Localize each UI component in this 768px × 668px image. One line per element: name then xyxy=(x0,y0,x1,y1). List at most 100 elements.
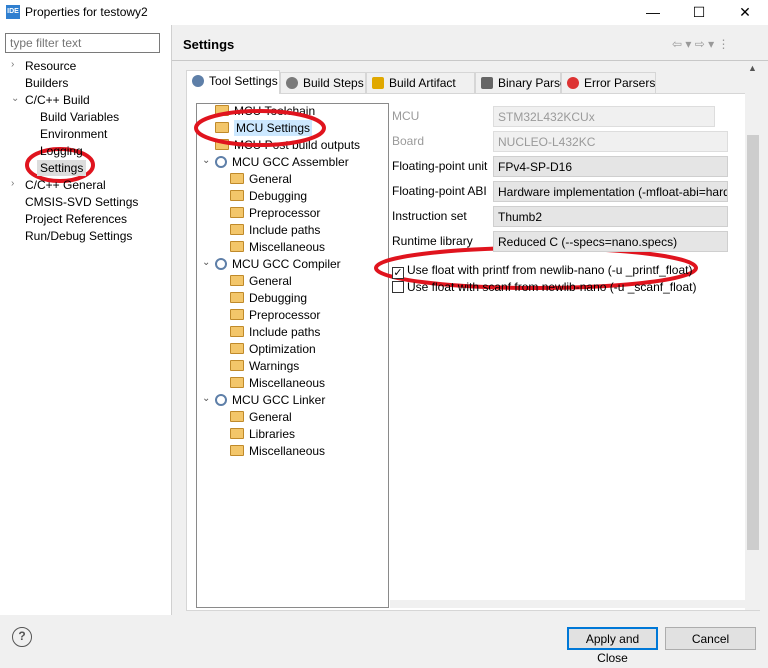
close-button[interactable]: ✕ xyxy=(722,0,768,25)
folder-icon xyxy=(230,190,244,201)
chevron-down-icon[interactable]: ⌄ xyxy=(202,257,210,268)
tab-label: Tool Settings xyxy=(209,74,278,88)
help-icon[interactable]: ? xyxy=(12,627,32,647)
folder-icon xyxy=(230,173,244,184)
tree-item-label: Libraries xyxy=(249,427,296,441)
sidebar-item-environment[interactable]: Environment xyxy=(40,127,107,141)
hammer-icon xyxy=(286,77,298,89)
tree-item[interactable]: General xyxy=(230,410,292,424)
sidebar-item-label: C/C++ General xyxy=(25,178,106,192)
scroll-up-icon[interactable]: ▲ xyxy=(748,63,757,73)
sidebar-item-cmsis-svd-settings[interactable]: CMSIS-SVD Settings xyxy=(25,195,138,209)
tree-item[interactable]: Include paths xyxy=(230,223,320,237)
tree-item[interactable]: MCU Post build outputs xyxy=(215,138,360,152)
trophy-icon xyxy=(372,77,384,89)
tree-item[interactable]: MCU Toolchain xyxy=(215,104,315,118)
tree-item[interactable]: Debugging xyxy=(230,291,307,305)
folder-icon xyxy=(230,343,244,354)
sidebar-item-label: Run/Debug Settings xyxy=(25,229,133,243)
tab-build-steps[interactable]: Build Steps xyxy=(280,72,366,93)
mcu-field: STM32L432KCUx xyxy=(493,106,715,127)
folder-icon xyxy=(230,326,244,337)
field-label: Floating-point unit xyxy=(392,159,488,173)
tab-label: Build Artifact xyxy=(389,76,456,90)
tree-item-label: Debugging xyxy=(249,189,308,203)
checkbox-empty-icon[interactable] xyxy=(392,281,404,293)
tree-item[interactable]: General xyxy=(230,172,292,186)
sidebar-item-run-debug-settings[interactable]: Run/Debug Settings xyxy=(25,229,132,243)
scrollbar-thumb[interactable] xyxy=(747,135,759,550)
tree-item[interactable]: Miscellaneous xyxy=(230,444,325,458)
tree-item[interactable]: MCU Settings xyxy=(215,120,313,136)
floating-point-abi-field[interactable]: Hardware implementation (-mfloat-abi=har… xyxy=(493,181,728,202)
tab-binary-parsers[interactable]: Binary Parsers xyxy=(475,72,577,93)
history-nav[interactable]: ⇦ ▾ ⇨ ▾ ⋮ xyxy=(672,37,730,51)
apply-and-close-button[interactable]: Apply and Close xyxy=(567,627,658,665)
tree-item[interactable]: Miscellaneous xyxy=(230,376,325,390)
floating-point-unit-field[interactable]: FPv4-SP-D16 xyxy=(493,156,728,177)
binary-icon xyxy=(481,77,493,89)
sidebar-item-label: CMSIS-SVD Settings xyxy=(25,195,139,209)
sidebar-item-project-references[interactable]: Project References xyxy=(25,212,127,226)
folder-icon xyxy=(230,207,244,218)
tree-item-label: Debugging xyxy=(249,291,308,305)
sidebar-item-label: Builders xyxy=(25,76,69,90)
minimize-button[interactable]: — xyxy=(630,0,676,25)
tab-tool-settings[interactable]: Tool Settings xyxy=(186,70,280,94)
tree-item-label: Preprocessor xyxy=(249,308,321,322)
maximize-button[interactable]: ☐ xyxy=(676,0,722,25)
folder-icon xyxy=(215,105,229,116)
tree-item-label: Miscellaneous xyxy=(249,444,326,458)
tree-item-label: MCU Settings xyxy=(234,120,313,136)
sidebar-item-label: Resource xyxy=(25,59,77,73)
tab-error-parsers[interactable]: Error Parsers xyxy=(561,72,656,93)
runtime-library-field[interactable]: Reduced C (--specs=nano.specs) xyxy=(493,231,728,252)
gear-icon xyxy=(215,258,227,270)
tree-item[interactable]: Debugging xyxy=(230,189,307,203)
cancel-button[interactable]: Cancel xyxy=(665,627,756,650)
sidebar-item-resource[interactable]: › Resource xyxy=(11,59,77,73)
chevron-right-icon[interactable]: › xyxy=(11,59,14,70)
tree-item[interactable]: Preprocessor xyxy=(230,308,320,322)
checkbox-label: Use float with scanf from newlib-nano (-… xyxy=(407,280,697,294)
chevron-down-icon[interactable]: ⌄ xyxy=(202,155,210,166)
tree-item-label: MCU Post build outputs xyxy=(234,138,361,152)
folder-icon xyxy=(230,275,244,286)
tree-item[interactable]: ⌄ MCU GCC Compiler xyxy=(202,257,341,271)
chevron-right-icon[interactable]: › xyxy=(11,178,14,189)
tree-item[interactable]: Miscellaneous xyxy=(230,240,325,254)
tab-build-artifact[interactable]: Build Artifact xyxy=(366,72,475,93)
checkbox-checked-icon[interactable]: ✓ xyxy=(392,267,404,279)
tree-item[interactable]: ⌄ MCU GCC Linker xyxy=(202,393,325,407)
tab-label: Build Steps xyxy=(303,76,364,90)
chevron-down-icon[interactable]: ⌄ xyxy=(202,393,210,404)
tree-item[interactable]: Libraries xyxy=(230,427,295,441)
folder-icon xyxy=(215,122,229,133)
instruction-set-field[interactable]: Thumb2 xyxy=(493,206,728,227)
sidebar-item-builders[interactable]: Builders xyxy=(25,76,68,90)
filter-input[interactable] xyxy=(5,33,160,53)
sidebar-item-label: C/C++ Build xyxy=(25,93,90,107)
sidebar-item-c-c-general[interactable]: › C/C++ General xyxy=(11,178,106,192)
sidebar-item-c-c-build[interactable]: ⌄ C/C++ Build xyxy=(11,93,90,107)
folder-icon xyxy=(230,224,244,235)
tab-label: Error Parsers xyxy=(584,76,656,90)
sidebar-item-build-variables[interactable]: Build Variables xyxy=(40,110,119,124)
tree-item[interactable]: Warnings xyxy=(230,359,299,373)
tree-item-label: Include paths xyxy=(249,223,321,237)
tree-item[interactable]: Optimization xyxy=(230,342,316,356)
checkbox-scanf-float[interactable]: Use float with scanf from newlib-nano (-… xyxy=(392,280,696,294)
gear-icon xyxy=(215,394,227,406)
tree-item[interactable]: ⌄ MCU GCC Assembler xyxy=(202,155,349,169)
chevron-down-icon[interactable]: ⌄ xyxy=(11,93,19,104)
tree-item[interactable]: General xyxy=(230,274,292,288)
sidebar-item-logging[interactable]: Logging xyxy=(40,144,83,158)
window-title: Properties for testowy2 xyxy=(25,5,148,19)
checkbox-printf-float[interactable]: ✓ Use float with printf from newlib-nano … xyxy=(392,263,692,279)
horizontal-scrollbar[interactable] xyxy=(390,600,745,608)
tree-item-label: Optimization xyxy=(249,342,316,356)
tree-item[interactable]: Preprocessor xyxy=(230,206,320,220)
tree-item[interactable]: Include paths xyxy=(230,325,320,339)
sidebar-item-settings[interactable]: Settings xyxy=(37,160,87,176)
tree-item-label: General xyxy=(249,274,292,288)
